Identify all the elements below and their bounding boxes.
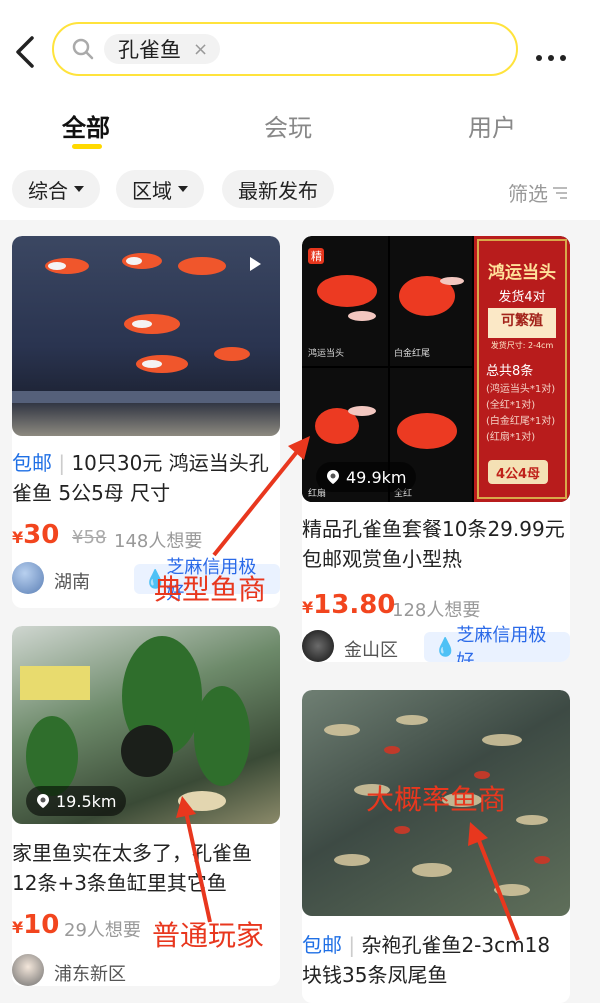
annotation-casual-player: 普通玩家 <box>152 919 265 952</box>
annotation-likely-dealer: 大概率鱼商 <box>366 783 507 816</box>
annotation-arrows <box>176 436 520 941</box>
annotation-dealer: 典型鱼商 <box>154 573 267 606</box>
